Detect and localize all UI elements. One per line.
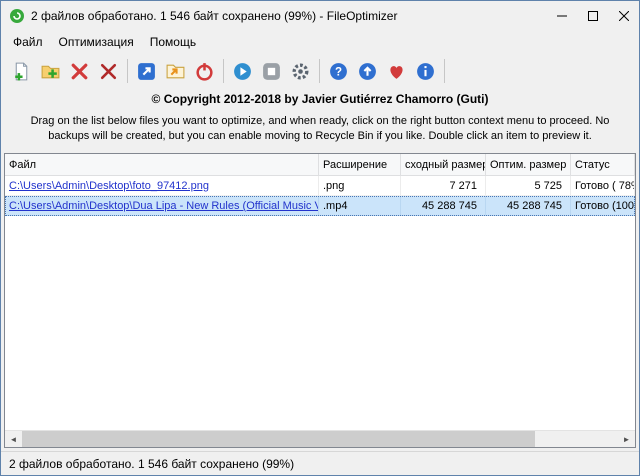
toolbar-separator <box>444 59 445 83</box>
heart-icon <box>386 61 407 82</box>
list-header: Файл Расширение сходный размер Оптим. ра… <box>5 154 635 176</box>
info-icon <box>415 61 436 82</box>
status-cell: Готово (100%) <box>571 196 635 216</box>
help-icon: ? <box>328 61 349 82</box>
optimize-icon <box>136 61 157 82</box>
file-list: Файл Расширение сходный размер Оптим. ра… <box>4 153 636 448</box>
toolbar-separator <box>127 59 128 83</box>
add-files-icon <box>11 61 32 82</box>
toolbar: ? <box>1 53 639 89</box>
remove-entry-button[interactable] <box>65 57 94 86</box>
menubar: Файл Оптимизация Помощь <box>1 31 639 53</box>
table-row-selected[interactable]: C:\Users\Admin\Desktop\Dua Lipa - New Ru… <box>5 196 635 216</box>
open-folder-icon <box>165 61 186 82</box>
file-link[interactable]: C:\Users\Admin\Desktop\Dua Lipa - New Ru… <box>9 200 319 212</box>
close-button[interactable] <box>608 1 639 31</box>
clear-list-button[interactable] <box>94 57 123 86</box>
minimize-button[interactable] <box>546 1 577 31</box>
file-cell: C:\Users\Admin\Desktop\Dua Lipa - New Ru… <box>5 196 319 216</box>
table-row[interactable]: C:\Users\Admin\Desktop\foto_97412.png .p… <box>5 176 635 196</box>
remove-entry-icon <box>69 61 90 82</box>
clear-list-icon <box>98 61 119 82</box>
stop-button[interactable] <box>257 57 286 86</box>
stop-icon <box>261 61 282 82</box>
window-controls <box>546 1 639 31</box>
exit-button[interactable] <box>190 57 219 86</box>
extension-cell: .mp4 <box>319 196 401 216</box>
start-button[interactable] <box>228 57 257 86</box>
titlebar[interactable]: 2 файлов обработано. 1 546 байт сохранен… <box>1 1 639 31</box>
fileoptimizer-window: 2 файлов обработано. 1 546 байт сохранен… <box>0 0 640 476</box>
column-header-extension[interactable]: Расширение <box>319 154 401 175</box>
list-body: C:\Users\Admin\Desktop\foto_97412.png .p… <box>5 176 635 430</box>
window-title: 2 файлов обработано. 1 546 байт сохранен… <box>31 9 546 23</box>
open-folder-button[interactable] <box>161 57 190 86</box>
column-header-original-size[interactable]: сходный размер <box>401 154 486 175</box>
optimized-size-cell: 5 725 <box>486 176 571 196</box>
statusbar: 2 файлов обработано. 1 546 байт сохранен… <box>1 451 639 475</box>
menu-optimization[interactable]: Оптимизация <box>51 32 142 52</box>
add-folder-icon <box>40 61 61 82</box>
scroll-left-button[interactable]: ◄ <box>5 431 22 447</box>
column-header-optimized-size[interactable]: Оптим. размер <box>486 154 571 175</box>
app-icon <box>9 8 25 24</box>
add-files-button[interactable] <box>7 57 36 86</box>
column-header-status[interactable]: Статус <box>571 154 635 175</box>
power-icon <box>194 61 215 82</box>
menu-help[interactable]: Помощь <box>142 32 204 52</box>
original-size-cell: 45 288 745 <box>401 196 486 216</box>
extension-cell: .png <box>319 176 401 196</box>
add-folder-button[interactable] <box>36 57 65 86</box>
donate-button[interactable] <box>382 57 411 86</box>
copyright-text: © Copyright 2012-2018 by Javier Gutiérre… <box>1 92 639 106</box>
scrollbar-thumb[interactable] <box>22 431 535 447</box>
update-button[interactable] <box>353 57 382 86</box>
gear-icon <box>290 61 311 82</box>
help-button[interactable]: ? <box>324 57 353 86</box>
svg-text:?: ? <box>335 66 342 78</box>
toolbar-separator <box>319 59 320 83</box>
menu-file[interactable]: Файл <box>5 32 51 52</box>
horizontal-scrollbar[interactable]: ◄ ► <box>5 430 635 447</box>
toolbar-separator <box>223 59 224 83</box>
original-size-cell: 7 271 <box>401 176 486 196</box>
instructions-text: Drag on the list below files you want to… <box>19 114 621 145</box>
file-link[interactable]: C:\Users\Admin\Desktop\foto_97412.png <box>9 180 209 192</box>
status-text: 2 файлов обработано. 1 546 байт сохранен… <box>9 457 294 471</box>
file-cell: C:\Users\Admin\Desktop\foto_97412.png <box>5 176 319 196</box>
optimized-size-cell: 45 288 745 <box>486 196 571 216</box>
status-cell: Готово ( 78%). <box>571 176 635 196</box>
play-icon <box>232 61 253 82</box>
scroll-right-button[interactable]: ► <box>618 431 635 447</box>
settings-button[interactable] <box>286 57 315 86</box>
column-header-file[interactable]: Файл <box>5 154 319 175</box>
arrow-up-icon <box>357 61 378 82</box>
about-button[interactable] <box>411 57 440 86</box>
optimize-button[interactable] <box>132 57 161 86</box>
scrollbar-track[interactable] <box>22 431 618 447</box>
maximize-button[interactable] <box>577 1 608 31</box>
